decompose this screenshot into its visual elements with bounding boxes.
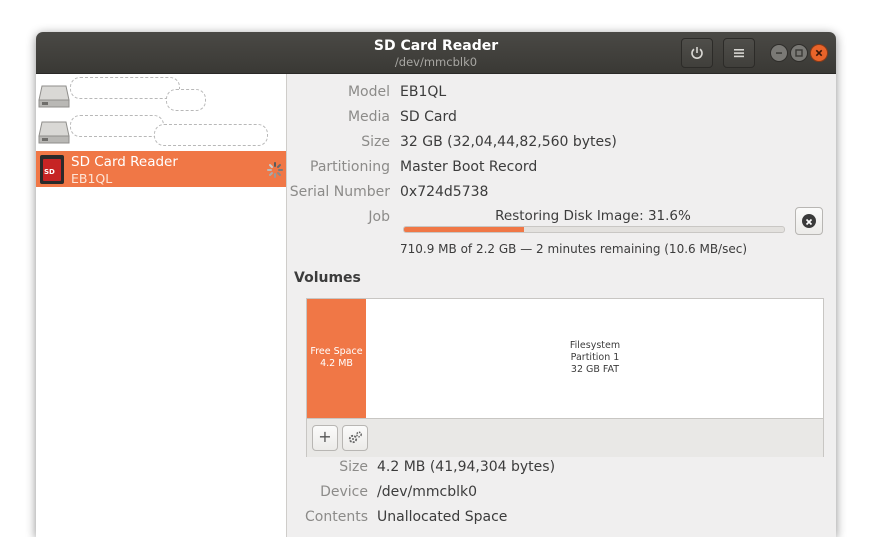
hard-disk-icon	[38, 121, 70, 144]
gears-icon	[348, 431, 362, 444]
model-value: EB1QL	[400, 84, 447, 100]
volume-segment-partition-1[interactable]: Filesystem Partition 1 32 GB FAT	[367, 299, 823, 418]
job-label: Job	[368, 209, 390, 225]
sd-card-icon: SD	[40, 155, 64, 184]
drive-list-item[interactable]	[36, 74, 286, 111]
volume-size-label: Size	[339, 459, 368, 475]
close-icon	[815, 49, 823, 57]
drive-model: EB1QL	[71, 171, 113, 186]
power-button[interactable]	[681, 38, 713, 68]
job-progress-detail: 710.9 MB of 2.2 GB — 2 minutes remaining…	[400, 242, 748, 256]
window-subtitle: /dev/mmcblk0	[394, 55, 478, 69]
close-button[interactable]	[810, 44, 828, 62]
power-icon	[691, 47, 703, 59]
cancel-job-button[interactable]	[795, 207, 823, 235]
drive-list-item[interactable]	[36, 110, 286, 146]
size-value: 32 GB (32,04,44,82,560 bytes)	[400, 134, 617, 150]
hard-disk-icon	[38, 85, 70, 108]
window-title: SD Card Reader	[373, 38, 499, 54]
drive-list-item-sd-card-reader[interactable]: SD SD Card Reader EB1QL	[36, 151, 286, 187]
volume-device-value: /dev/mmcblk0	[377, 484, 477, 500]
volume-device-label: Device	[320, 484, 368, 500]
maximize-button[interactable]	[790, 44, 808, 62]
add-partition-button[interactable]: +	[312, 425, 338, 451]
minimize-icon	[776, 52, 782, 54]
model-label: Model	[347, 84, 390, 100]
drive-name: SD Card Reader	[71, 154, 178, 170]
volume-toolbar: +	[307, 418, 823, 457]
volumes-heading: Volumes	[294, 270, 361, 286]
minimize-button[interactable]	[770, 44, 788, 62]
redacted-drive-detail	[154, 124, 268, 146]
spinner-icon	[267, 162, 283, 178]
partition-settings-button[interactable]	[342, 425, 368, 451]
redacted-drive-name	[70, 115, 164, 137]
header-bar: SD Card Reader /dev/mmcblk0	[36, 32, 836, 74]
volumes-map: Free Space 4.2 MB Filesystem Partition 1…	[306, 298, 824, 457]
redacted-drive-detail	[166, 89, 206, 111]
size-label: Size	[361, 134, 390, 150]
disks-window: SD Card Reader /dev/mmcblk0 SD SD Card R…	[36, 32, 836, 537]
serial-number-label: Serial Number	[289, 184, 390, 200]
volume-segment-free-space[interactable]: Free Space 4.2 MB	[307, 299, 366, 418]
redacted-drive-name	[70, 77, 180, 99]
maximize-icon	[795, 49, 803, 57]
partitioning-label: Partitioning	[310, 159, 390, 175]
hamburger-menu-icon	[734, 49, 744, 58]
volume-contents-label: Contents	[305, 509, 368, 525]
volume-contents-value: Unallocated Space	[377, 509, 508, 525]
serial-number-value: 0x724d5738	[400, 184, 489, 200]
drive-details-panel: Model EB1QL Media SD Card Size 32 GB (32…	[287, 74, 836, 537]
job-progress-bar	[403, 226, 785, 233]
volume-size-value: 4.2 MB (41,94,304 bytes)	[377, 459, 556, 475]
menu-button[interactable]	[723, 38, 755, 68]
job-progress-fill	[404, 227, 525, 232]
job-status-text: Restoring Disk Image: 31.6%	[495, 208, 691, 224]
media-value: SD Card	[400, 109, 457, 125]
cancel-icon	[802, 214, 816, 228]
partitioning-value: Master Boot Record	[400, 159, 538, 175]
drive-list: SD SD Card Reader EB1QL	[36, 74, 287, 537]
media-label: Media	[347, 109, 390, 125]
